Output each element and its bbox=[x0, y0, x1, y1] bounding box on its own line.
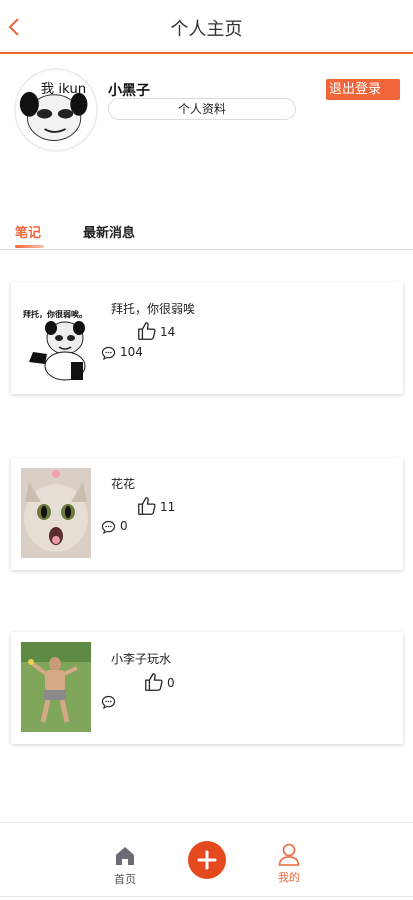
tab-notes[interactable]: 笔记 bbox=[15, 222, 41, 241]
user-icon bbox=[278, 843, 300, 866]
note-title: 拜托，你很弱唉 bbox=[111, 302, 196, 316]
like-icon[interactable] bbox=[136, 495, 158, 517]
home-icon bbox=[116, 847, 134, 865]
like-icon[interactable] bbox=[143, 671, 165, 693]
comment-count: 0 bbox=[120, 519, 128, 533]
note-thumbnail: 拜托，你很弱唉。 bbox=[21, 292, 91, 382]
active-tab-indicator bbox=[15, 245, 44, 248]
plus-icon bbox=[197, 850, 217, 870]
thumb-caption: 拜托，你很弱唉。 bbox=[23, 309, 87, 319]
avatar-caption: 我 ikun bbox=[41, 81, 86, 97]
nav-home[interactable]: 首页 bbox=[108, 845, 142, 889]
tab-bar: 笔记 最新消息 bbox=[0, 220, 413, 250]
tab-news[interactable]: 最新消息 bbox=[83, 222, 135, 241]
note-card[interactable]: 花花 11 0 bbox=[11, 458, 403, 570]
add-note-button[interactable] bbox=[188, 841, 226, 879]
nav-mine[interactable]: 我的 bbox=[272, 843, 306, 889]
note-card[interactable]: 拜托，你很弱唉。 拜托，你很弱唉 14 104 bbox=[11, 282, 403, 394]
note-title: 小李子玩水 bbox=[111, 652, 172, 666]
note-thumbnail bbox=[21, 642, 91, 732]
username: 小黑子 bbox=[108, 83, 150, 99]
nav-mine-label: 我的 bbox=[278, 871, 300, 884]
like-count: 0 bbox=[167, 676, 175, 690]
logout-button[interactable]: 退出登录 bbox=[326, 79, 400, 100]
note-title: 花花 bbox=[111, 477, 136, 491]
nav-home-label: 首页 bbox=[114, 873, 136, 886]
comment-icon[interactable] bbox=[101, 694, 116, 710]
like-count: 11 bbox=[160, 500, 176, 514]
page-title: 个人主页 bbox=[170, 19, 243, 40]
profile-button[interactable]: 个人资料 bbox=[108, 98, 296, 120]
header-bar: 个人主页 bbox=[0, 0, 413, 54]
like-icon[interactable] bbox=[136, 320, 158, 342]
comment-count: 104 bbox=[120, 345, 143, 359]
note-card[interactable]: 小李子玩水 0 bbox=[11, 632, 403, 744]
note-thumbnail bbox=[21, 468, 91, 558]
comment-icon[interactable] bbox=[101, 345, 116, 361]
like-count: 14 bbox=[160, 325, 176, 339]
comment-icon[interactable] bbox=[101, 519, 116, 535]
bottom-nav: 首页 我的 bbox=[0, 822, 413, 897]
avatar[interactable]: 我 ikun bbox=[14, 68, 98, 152]
